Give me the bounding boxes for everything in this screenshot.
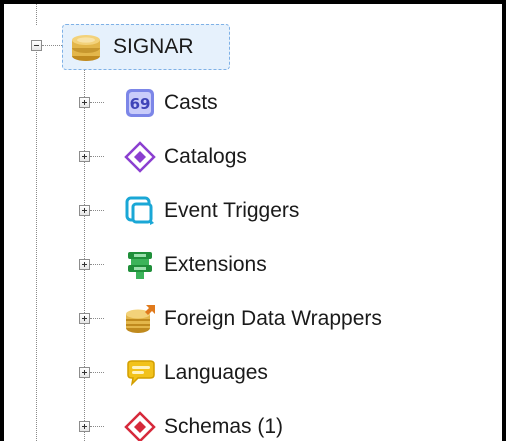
tree-guide-line bbox=[90, 156, 104, 157]
svg-text:69: 69 bbox=[130, 95, 151, 113]
expand-toggle-extensions[interactable] bbox=[79, 259, 90, 270]
casts-icon: 69 bbox=[126, 89, 154, 117]
tree-item-event-triggers[interactable]: Event Triggers bbox=[124, 191, 384, 231]
tree-guide-line bbox=[90, 318, 104, 319]
foreign-data-wrappers-icon bbox=[126, 305, 155, 333]
tree-item-schemas[interactable]: Schemas (1) bbox=[124, 407, 384, 441]
tree-guide-line bbox=[42, 45, 62, 46]
extensions-icon bbox=[128, 252, 152, 279]
tree-item-label: Casts bbox=[164, 91, 218, 114]
catalogs-icon bbox=[124, 141, 156, 173]
tree-item-casts[interactable]: 69 Casts bbox=[124, 83, 384, 123]
languages-icon bbox=[127, 360, 155, 387]
tree-item-label: Event Triggers bbox=[164, 199, 300, 222]
tree-item-label: Schemas (1) bbox=[164, 415, 284, 438]
schemas-icon bbox=[124, 411, 156, 441]
expand-toggle-catalogs[interactable] bbox=[79, 151, 90, 162]
tree-guide-line bbox=[90, 264, 104, 265]
expand-toggle-foreign-data-wrappers[interactable] bbox=[79, 313, 90, 324]
tree-guide-line bbox=[90, 426, 104, 427]
expand-toggle-languages[interactable] bbox=[79, 367, 90, 378]
event-triggers-icon bbox=[125, 196, 154, 225]
database-node-signar[interactable]: SIGNAR bbox=[62, 24, 230, 70]
tree-item-label: Languages bbox=[164, 361, 268, 384]
expand-toggle-event-triggers[interactable] bbox=[79, 205, 90, 216]
tree-guide-line bbox=[90, 210, 104, 211]
object-browser-panel: SIGNAR 69 Casts Catalogs Event Triggers … bbox=[0, 0, 506, 441]
tree-guide-line bbox=[36, 4, 37, 25]
tree-guide-line bbox=[84, 70, 85, 441]
tree-guide-line bbox=[36, 52, 37, 441]
tree-item-label: Extensions bbox=[164, 253, 267, 276]
tree-item-catalogs[interactable]: Catalogs bbox=[124, 137, 384, 177]
tree-item-extensions[interactable]: Extensions bbox=[124, 245, 384, 285]
tree-item-label: Catalogs bbox=[164, 145, 247, 168]
root-collapse-toggle[interactable] bbox=[31, 40, 42, 51]
expand-toggle-schemas[interactable] bbox=[79, 421, 90, 432]
database-icon bbox=[72, 35, 100, 61]
tree-item-languages[interactable]: Languages bbox=[124, 353, 384, 393]
object-tree: SIGNAR 69 Casts Catalogs Event Triggers … bbox=[4, 4, 502, 441]
tree-guide-line bbox=[90, 372, 104, 373]
tree-item-foreign-data-wrappers[interactable]: Foreign Data Wrappers bbox=[124, 299, 494, 339]
tree-item-label: Foreign Data Wrappers bbox=[164, 307, 382, 330]
database-name-label: SIGNAR bbox=[113, 35, 194, 58]
expand-toggle-casts[interactable] bbox=[79, 97, 90, 108]
tree-guide-line bbox=[90, 102, 104, 103]
